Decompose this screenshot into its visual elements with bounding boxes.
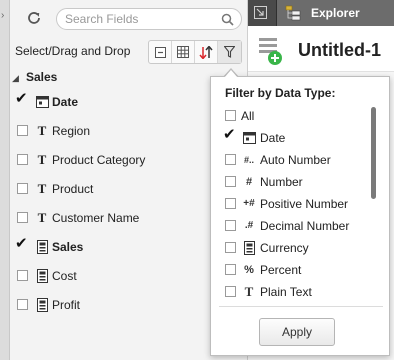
option-label: Currency bbox=[260, 241, 309, 255]
select-drag-drop-label: Select/Drag and Drop bbox=[15, 44, 131, 58]
field-checkbox[interactable] bbox=[17, 154, 28, 165]
option-label: Date bbox=[260, 131, 286, 145]
expand-triangle-icon[interactable]: ◢ bbox=[12, 73, 19, 84]
tab-explorer-label: Explorer bbox=[311, 6, 360, 20]
date-type-icon bbox=[241, 130, 257, 145]
search-icon[interactable] bbox=[221, 13, 234, 26]
field-label: Profit bbox=[52, 298, 81, 312]
number-icon: # bbox=[245, 175, 253, 188]
filter-button[interactable] bbox=[218, 41, 241, 63]
popup-divider bbox=[219, 306, 383, 307]
collapse-all-button[interactable] bbox=[149, 41, 172, 63]
field-label: Region bbox=[52, 124, 91, 138]
field-label: Product bbox=[52, 182, 94, 196]
currency-icon bbox=[241, 240, 257, 255]
popup-scrollbar[interactable] bbox=[371, 107, 376, 199]
option-label: Auto Number bbox=[260, 153, 331, 167]
option-checkbox[interactable]: ✔ bbox=[223, 126, 236, 143]
positive-number-icon: +# bbox=[243, 198, 255, 209]
option-checkbox[interactable] bbox=[225, 154, 236, 165]
option-checkbox[interactable] bbox=[225, 286, 236, 297]
text-type-icon: T bbox=[37, 122, 47, 138]
table-view-button[interactable] bbox=[172, 41, 195, 63]
text-type-icon: T bbox=[37, 151, 47, 167]
filter-funnel-icon bbox=[224, 46, 235, 58]
text-type-icon: T bbox=[244, 283, 254, 299]
field-label: Product Category bbox=[52, 153, 146, 167]
refresh-icon[interactable] bbox=[26, 10, 42, 26]
collapsed-side-strip[interactable]: › bbox=[0, 0, 10, 360]
document-header: Untitled-1 bbox=[248, 26, 394, 72]
filter-option-auto-number[interactable]: #.. Auto Number bbox=[211, 149, 371, 171]
filter-by-data-type-popup: Filter by Data Type: All ✔ Date #.. Auto… bbox=[210, 76, 390, 356]
number-type-icon bbox=[35, 268, 49, 283]
grid-icon bbox=[177, 46, 189, 58]
collapse-icon bbox=[154, 46, 166, 58]
option-checkbox[interactable] bbox=[225, 176, 236, 187]
checkmark-icon: ✔ bbox=[15, 90, 28, 107]
date-type-icon bbox=[35, 94, 49, 109]
option-checkbox[interactable] bbox=[225, 198, 236, 209]
number-type-icon bbox=[35, 297, 49, 312]
option-label: Number bbox=[260, 175, 303, 189]
option-label: Decimal Number bbox=[260, 219, 350, 233]
option-label: Percent bbox=[260, 263, 302, 277]
document-title: Untitled-1 bbox=[298, 40, 381, 60]
collapse-panel-icon[interactable] bbox=[254, 6, 267, 19]
filter-option-currency[interactable]: Currency bbox=[211, 237, 371, 259]
field-checkbox[interactable] bbox=[17, 125, 28, 136]
text-type-icon: T bbox=[37, 180, 47, 196]
filter-option-decimal-number[interactable]: .# Decimal Number bbox=[211, 215, 371, 237]
checkmark-icon: ✔ bbox=[15, 235, 28, 252]
field-checkbox[interactable]: ✔ bbox=[15, 90, 28, 107]
decimal-number-icon: .# bbox=[244, 220, 254, 231]
search-input[interactable] bbox=[65, 11, 215, 27]
field-toolbar: Select/Drag and Drop bbox=[10, 40, 248, 64]
text-type-icon: T bbox=[37, 209, 47, 225]
option-checkbox[interactable] bbox=[225, 242, 236, 253]
tab-strip: Explorer bbox=[248, 0, 394, 26]
field-checkbox[interactable]: ✔ bbox=[15, 235, 28, 252]
field-checkbox[interactable] bbox=[17, 183, 28, 194]
option-label: All bbox=[241, 109, 255, 123]
popup-title: Filter by Data Type: bbox=[225, 86, 336, 100]
chevron-right-icon[interactable]: › bbox=[1, 10, 4, 21]
sort-arrows-icon bbox=[199, 45, 213, 59]
field-label: Date bbox=[52, 95, 79, 109]
option-label: Positive Number bbox=[260, 197, 349, 211]
explorer-tree-icon bbox=[285, 5, 301, 21]
field-checkbox[interactable] bbox=[17, 212, 28, 223]
percent-icon: % bbox=[244, 263, 254, 276]
field-checkbox[interactable] bbox=[17, 270, 28, 281]
option-checkbox[interactable] bbox=[225, 264, 236, 275]
popup-pointer-fill bbox=[224, 70, 238, 78]
number-type-icon bbox=[35, 239, 49, 254]
tool-button-group bbox=[148, 40, 242, 64]
option-checkbox[interactable] bbox=[225, 110, 236, 121]
checkmark-icon: ✔ bbox=[223, 126, 236, 143]
auto-number-icon: #.. bbox=[243, 154, 254, 165]
field-checkbox[interactable] bbox=[17, 299, 28, 310]
field-label: Customer Name bbox=[52, 211, 140, 225]
field-label: Sales bbox=[52, 240, 84, 254]
tree-root-label: Sales bbox=[26, 70, 58, 84]
filter-option-number[interactable]: # Number bbox=[211, 171, 371, 193]
sort-button[interactable] bbox=[195, 41, 218, 63]
new-document-icon[interactable] bbox=[258, 36, 284, 66]
filter-option-positive-number[interactable]: +# Positive Number bbox=[211, 193, 371, 215]
option-label: Plain Text bbox=[260, 285, 312, 299]
apply-button[interactable]: Apply bbox=[259, 318, 335, 346]
filter-option-plain-text[interactable]: T Plain Text bbox=[211, 281, 371, 303]
field-label: Cost bbox=[52, 269, 77, 283]
search-field[interactable] bbox=[56, 8, 242, 30]
option-checkbox[interactable] bbox=[225, 220, 236, 231]
filter-option-percent[interactable]: % Percent bbox=[211, 259, 371, 281]
search-row bbox=[10, 0, 248, 38]
tab-explorer[interactable]: Explorer bbox=[276, 0, 394, 26]
filter-option-all[interactable]: All bbox=[211, 105, 371, 127]
filter-option-date[interactable]: ✔ Date bbox=[211, 126, 371, 149]
